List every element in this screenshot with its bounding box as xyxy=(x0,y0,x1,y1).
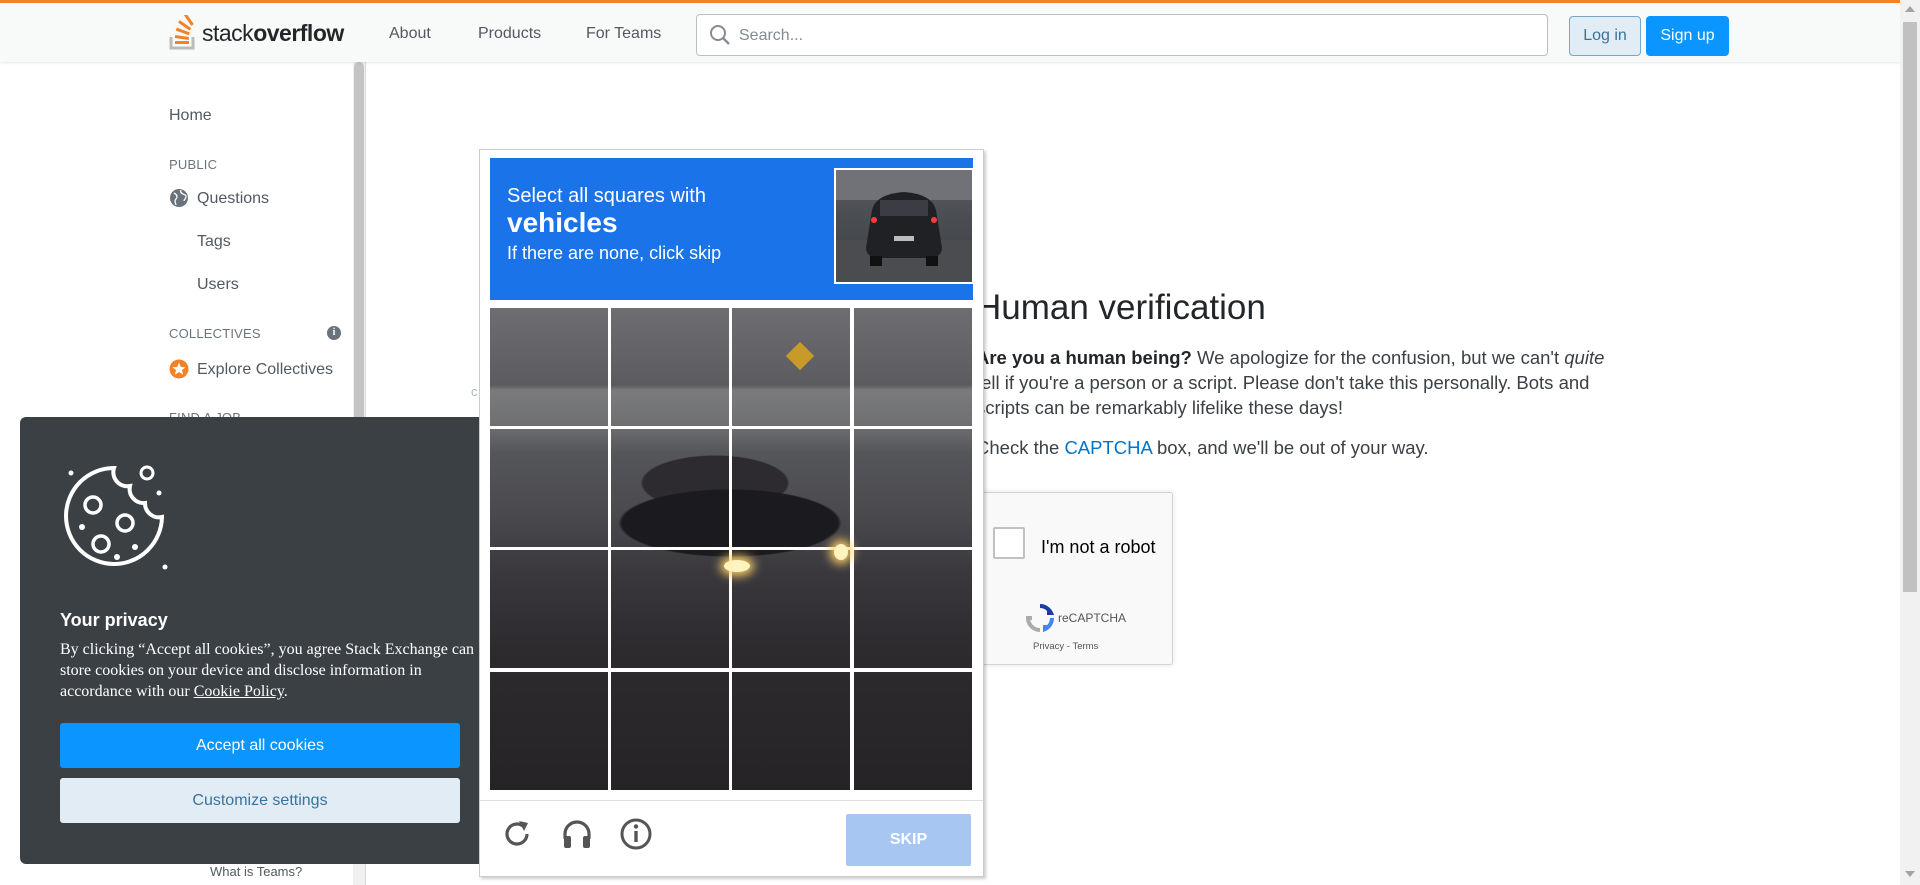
logo-text: stackoverflow xyxy=(202,19,344,46)
collectives-info-icon[interactable]: i xyxy=(327,326,341,340)
skip-button[interactable]: SKIP xyxy=(846,814,971,866)
login-button[interactable]: Log in xyxy=(1569,16,1641,56)
recaptcha-checkbox[interactable] xyxy=(993,527,1025,559)
grid-tile[interactable] xyxy=(732,550,850,668)
cookie-title: Your privacy xyxy=(60,610,168,630)
grid-tile[interactable] xyxy=(490,672,608,790)
recaptcha-widget: I'm not a robot reCAPTCHA Privacy - Term… xyxy=(976,492,1173,665)
sidebar-item-home[interactable]: Home xyxy=(169,107,212,125)
recaptcha-brand: reCAPTCHA xyxy=(1058,611,1127,625)
grid-tile[interactable] xyxy=(854,672,972,790)
collectives-icon xyxy=(169,359,189,379)
grid-tile[interactable] xyxy=(732,672,850,790)
info-icon[interactable] xyxy=(619,817,653,851)
grid-tile[interactable] xyxy=(611,672,729,790)
challenge-instruction: Select all squares with xyxy=(507,185,706,207)
nav-for-teams[interactable]: For Teams xyxy=(586,25,661,43)
cookie-banner: Your privacy By clicking “Accept all coo… xyxy=(20,417,510,864)
grid-tile[interactable] xyxy=(611,429,729,547)
search-icon xyxy=(710,25,730,45)
grid-tile[interactable] xyxy=(732,429,850,547)
cookie-icon xyxy=(64,465,168,570)
cookie-text: By clicking “Accept all cookies”, you ag… xyxy=(60,641,475,700)
captcha-instructions: Check the CAPTCHA box, and we'll be out … xyxy=(976,437,1429,458)
scroll-down-arrow-icon[interactable] xyxy=(1905,871,1915,877)
recaptcha-privacy-link[interactable]: Privacy xyxy=(1033,641,1064,652)
car-headlight xyxy=(724,560,750,572)
verification-paragraph: Are you a human being? We apologize for … xyxy=(976,347,1605,418)
grid-tile[interactable] xyxy=(732,308,850,426)
grid-tile[interactable] xyxy=(490,550,608,668)
grid-tile[interactable] xyxy=(611,308,729,426)
grid-tile[interactable] xyxy=(490,308,608,426)
recaptcha-logo-icon xyxy=(1025,603,1055,633)
challenge-divider xyxy=(480,800,983,801)
grid-tile[interactable] xyxy=(611,550,729,668)
globe-icon xyxy=(170,189,188,207)
challenge-header: Select all squares with vehicles If ther… xyxy=(490,158,974,300)
grid-tile[interactable] xyxy=(854,429,972,547)
search-input[interactable] xyxy=(737,15,1531,57)
recaptcha-links: Privacy - Terms xyxy=(1033,641,1099,652)
cookie-policy-link[interactable]: Cookie Policy xyxy=(194,683,284,700)
top-bar: stackoverflow About Products For Teams L… xyxy=(0,0,1920,62)
customize-settings-button[interactable]: Customize settings xyxy=(60,778,460,823)
sidebar-heading-collectives: COLLECTIVES xyxy=(169,326,261,341)
faint-text-char: c xyxy=(471,384,478,399)
reload-icon[interactable] xyxy=(500,817,534,851)
sidebar-item-what-is-teams[interactable]: What is Teams? xyxy=(210,864,302,879)
audio-icon[interactable] xyxy=(560,817,594,851)
signup-button[interactable]: Sign up xyxy=(1646,16,1729,56)
nav-products[interactable]: Products xyxy=(478,25,541,43)
page-title: Human verification xyxy=(976,288,1266,327)
challenge-sample-image xyxy=(834,168,974,284)
sidebar-item-tags[interactable]: Tags xyxy=(197,233,231,251)
scrollbar-thumb[interactable] xyxy=(1903,22,1917,592)
nav-about[interactable]: About xyxy=(389,25,431,43)
captcha-challenge-popup: Select all squares with vehicles If ther… xyxy=(479,149,984,877)
sidebar-heading-find-job: FIND A JOB xyxy=(169,410,241,417)
challenge-image-grid xyxy=(490,308,973,791)
challenge-hint: If there are none, click skip xyxy=(507,243,722,263)
sidebar-scrollbar-thumb[interactable] xyxy=(354,62,364,422)
car-headlight xyxy=(834,544,848,560)
accept-all-cookies-button[interactable]: Accept all cookies xyxy=(60,723,460,768)
grid-tile[interactable] xyxy=(854,308,972,426)
captcha-link[interactable]: CAPTCHA xyxy=(1064,437,1151,458)
sidebar-item-explore-collectives[interactable]: Explore Collectives xyxy=(197,361,333,379)
sidebar-item-questions[interactable]: Questions xyxy=(197,190,269,208)
grid-tile[interactable] xyxy=(490,429,608,547)
recaptcha-label: I'm not a robot xyxy=(1041,537,1156,557)
page-scrollbar[interactable] xyxy=(1900,0,1920,885)
search-box[interactable] xyxy=(696,14,1548,57)
challenge-target: vehicles xyxy=(507,207,618,238)
stack-logo-icon xyxy=(169,15,195,50)
sidebar-item-users[interactable]: Users xyxy=(197,276,239,294)
stackoverflow-logo[interactable]: stackoverflow xyxy=(168,13,344,53)
grid-tile[interactable] xyxy=(854,550,972,668)
scroll-up-arrow-icon[interactable] xyxy=(1905,6,1915,12)
sample-car-image xyxy=(836,170,972,282)
recaptcha-terms-link[interactable]: Terms xyxy=(1072,641,1098,652)
sidebar-heading-public: PUBLIC xyxy=(169,157,218,172)
